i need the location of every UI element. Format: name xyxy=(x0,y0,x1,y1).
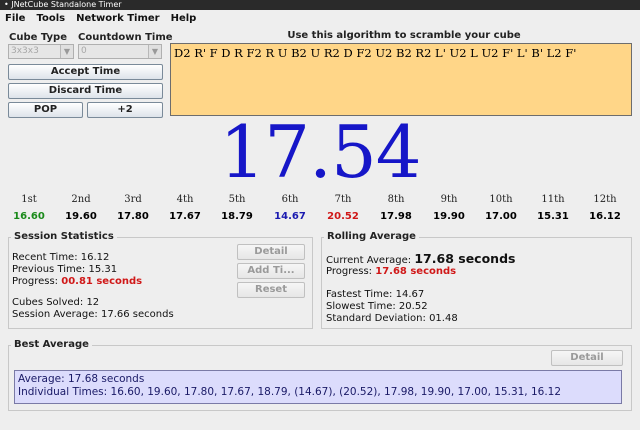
time-rank-label: 9th xyxy=(440,194,458,205)
time-value: 19.90 xyxy=(433,211,465,222)
time-rank-label: 6th xyxy=(281,194,299,205)
accept-time-button[interactable]: Accept Time xyxy=(8,64,163,80)
time-column: 8th 17.98 xyxy=(370,194,422,222)
time-value: 15.31 xyxy=(537,211,569,222)
session-progress-value: 00.81 seconds xyxy=(61,276,143,287)
time-value: 20.52 xyxy=(327,211,359,222)
best-average-box: Average: 17.68 seconds Individual Times:… xyxy=(14,370,622,404)
recent-time-label: Recent Time: xyxy=(12,252,78,263)
menu-network-timer[interactable]: Network Timer xyxy=(71,13,166,24)
cube-type-value: 3x3x3 xyxy=(11,46,39,56)
previous-time-label: Previous Time: xyxy=(12,264,86,275)
slowest-time-stat: Slowest Time: 20.52 xyxy=(326,301,428,312)
time-value: 19.60 xyxy=(65,211,97,222)
time-rank-label: 8th xyxy=(387,194,405,205)
countdown-label: Countdown Time xyxy=(78,32,173,43)
std-deviation-stat: Standard Deviation: 01.48 xyxy=(326,313,458,324)
chevron-down-icon: ▼ xyxy=(148,45,161,58)
reset-button[interactable]: Reset xyxy=(237,282,305,298)
time-rank-label: 10th xyxy=(489,194,513,205)
time-value: 17.00 xyxy=(485,211,517,222)
best-average-line: Average: 17.68 seconds xyxy=(18,373,145,385)
time-column: 10th 17.00 xyxy=(475,194,527,222)
cube-type-select[interactable]: 3x3x3 ▼ xyxy=(8,44,74,59)
countdown-value: 0 xyxy=(81,46,87,56)
time-column: 3rd 17.80 xyxy=(107,194,159,222)
rolling-progress-label: Progress: xyxy=(326,266,373,277)
pop-button[interactable]: POP xyxy=(8,102,83,118)
std-deviation-value: 01.48 xyxy=(429,313,458,324)
time-column: 12th 16.12 xyxy=(579,194,631,222)
cube-type-label: Cube Type xyxy=(9,32,67,43)
add-time-button[interactable]: Add Ti... xyxy=(237,263,305,279)
slowest-time-value: 20.52 xyxy=(398,301,428,312)
time-value: 18.79 xyxy=(221,211,253,222)
session-progress-stat: Progress: 00.81 seconds xyxy=(12,276,142,287)
time-rank-label: 2nd xyxy=(71,194,91,205)
time-column: 2nd 19.60 xyxy=(55,194,107,222)
time-column: 11th 15.31 xyxy=(527,194,579,222)
cubes-solved-stat: Cubes Solved: 12 xyxy=(12,297,99,308)
fastest-time-label: Fastest Time: xyxy=(326,289,393,300)
menu-file[interactable]: File xyxy=(0,13,31,24)
rolling-progress-stat: Progress: 17.68 seconds xyxy=(326,266,456,277)
fastest-time-stat: Fastest Time: 14.67 xyxy=(326,289,424,300)
session-average-stat: Session Average: 17.66 seconds xyxy=(12,309,174,320)
menu-tools[interactable]: Tools xyxy=(31,13,71,24)
menu-help[interactable]: Help xyxy=(166,13,203,24)
time-rank-label: 4th xyxy=(176,194,194,205)
menu-bar: File Tools Network Timer Help xyxy=(0,10,640,27)
time-value: 16.60 xyxy=(13,211,45,222)
previous-time-value: 15.31 xyxy=(88,264,118,275)
discard-time-button[interactable]: Discard Time xyxy=(8,83,163,99)
time-value: 16.12 xyxy=(589,211,621,222)
time-value: 17.67 xyxy=(169,211,201,222)
fastest-time-value: 14.67 xyxy=(395,289,425,300)
time-column: 7th 20.52 xyxy=(317,194,369,222)
session-progress-label: Progress: xyxy=(12,276,59,287)
time-value: 14.67 xyxy=(274,211,306,222)
window-title: • JNetCube Standalone Timer xyxy=(4,0,122,9)
time-rank-label: 5th xyxy=(228,194,246,205)
recent-time-stat: Recent Time: 16.12 xyxy=(12,252,109,263)
scramble-text: D2 R' F D R F2 R U B2 U R2 D F2 U2 B2 R2… xyxy=(170,43,632,116)
time-rank-label: 1st xyxy=(21,194,37,205)
rolling-average-title: Rolling Average xyxy=(324,231,419,242)
time-rank-label: 3rd xyxy=(124,194,142,205)
time-rank-label: 12th xyxy=(593,194,617,205)
cubes-solved-label: Cubes Solved: xyxy=(12,297,84,308)
time-column: 1st 16.60 xyxy=(3,194,55,222)
previous-time-stat: Previous Time: 15.31 xyxy=(12,264,117,275)
current-average-value: 17.68 seconds xyxy=(414,251,516,266)
cubes-solved-value: 12 xyxy=(86,297,100,308)
best-individual-times-line: Individual Times: 16.60, 19.60, 17.80, 1… xyxy=(18,386,562,398)
time-rank-label: 7th xyxy=(334,194,352,205)
time-column: 5th 18.79 xyxy=(211,194,263,222)
rolling-progress-value: 17.68 seconds xyxy=(375,266,457,277)
std-deviation-label: Standard Deviation: xyxy=(326,313,426,324)
scramble-header: Use this algorithm to scramble your cube xyxy=(287,30,521,41)
time-value: 17.80 xyxy=(117,211,149,222)
session-statistics-title: Session Statistics xyxy=(11,231,117,242)
best-detail-button[interactable]: Detail xyxy=(551,350,623,366)
timer-display[interactable]: 17.54 xyxy=(200,111,440,193)
time-value: 17.98 xyxy=(380,211,412,222)
current-average-stat: Current Average: 17.68 seconds xyxy=(326,251,515,266)
current-average-label: Current Average: xyxy=(326,255,412,266)
session-detail-button[interactable]: Detail xyxy=(237,244,305,260)
time-column: 4th 17.67 xyxy=(159,194,211,222)
chevron-down-icon: ▼ xyxy=(60,45,73,58)
slowest-time-label: Slowest Time: xyxy=(326,301,396,312)
countdown-select[interactable]: 0 ▼ xyxy=(78,44,162,59)
time-column: 9th 19.90 xyxy=(423,194,475,222)
plus-two-button[interactable]: +2 xyxy=(87,102,163,118)
session-average-value: 17.66 seconds xyxy=(100,309,174,320)
best-average-title: Best Average xyxy=(11,339,92,350)
session-average-label: Session Average: xyxy=(12,309,98,320)
time-rank-label: 11th xyxy=(541,194,565,205)
time-column: 6th 14.67 xyxy=(264,194,316,222)
recent-time-value: 16.12 xyxy=(80,252,110,263)
window-titlebar: • JNetCube Standalone Timer xyxy=(0,0,640,10)
